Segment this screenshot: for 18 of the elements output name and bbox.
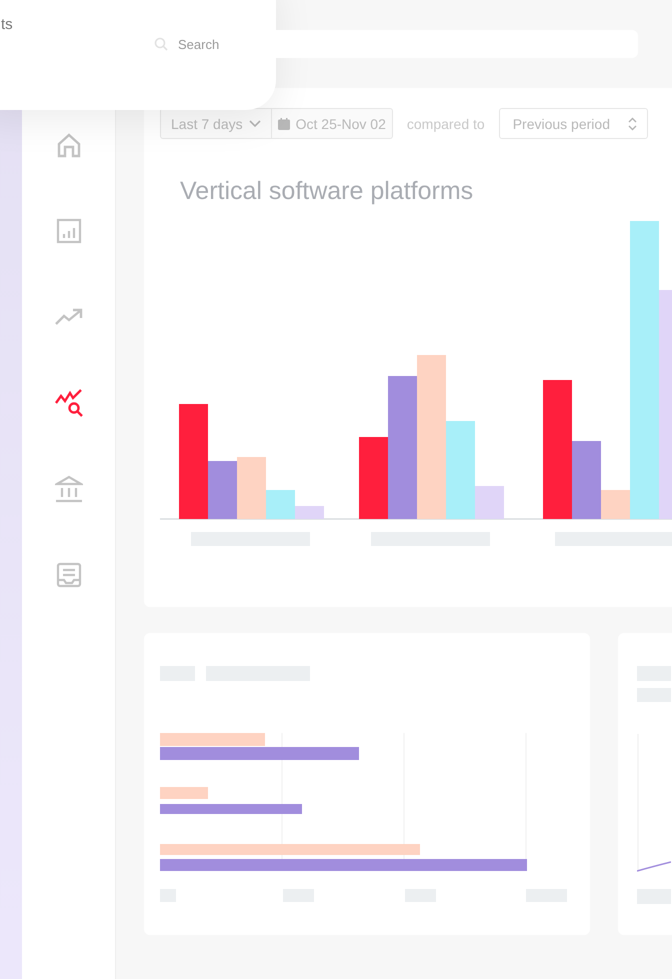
bar-chart-icon	[56, 218, 82, 244]
bank-icon	[54, 475, 82, 503]
up-down-caret-icon	[628, 116, 637, 130]
popover-text: ts	[1, 16, 13, 33]
home-icon	[56, 132, 82, 158]
range-dropdown[interactable]: Last 7 days	[160, 108, 272, 139]
calendar-icon	[278, 118, 290, 130]
search-input[interactable]: Search	[176, 36, 356, 52]
date-range-button[interactable]: Oct 25-Nov 02	[272, 108, 393, 139]
trend-icon	[54, 308, 82, 326]
bar	[160, 787, 208, 799]
inbox-icon	[56, 562, 82, 588]
comparison-select[interactable]: Previous period	[498, 108, 648, 139]
chart-line	[637, 861, 671, 872]
search-icon	[154, 37, 168, 51]
chart-title: Vertical software platforms	[180, 177, 474, 207]
chevron-down-icon	[248, 120, 261, 128]
chart-search-icon	[54, 389, 82, 417]
